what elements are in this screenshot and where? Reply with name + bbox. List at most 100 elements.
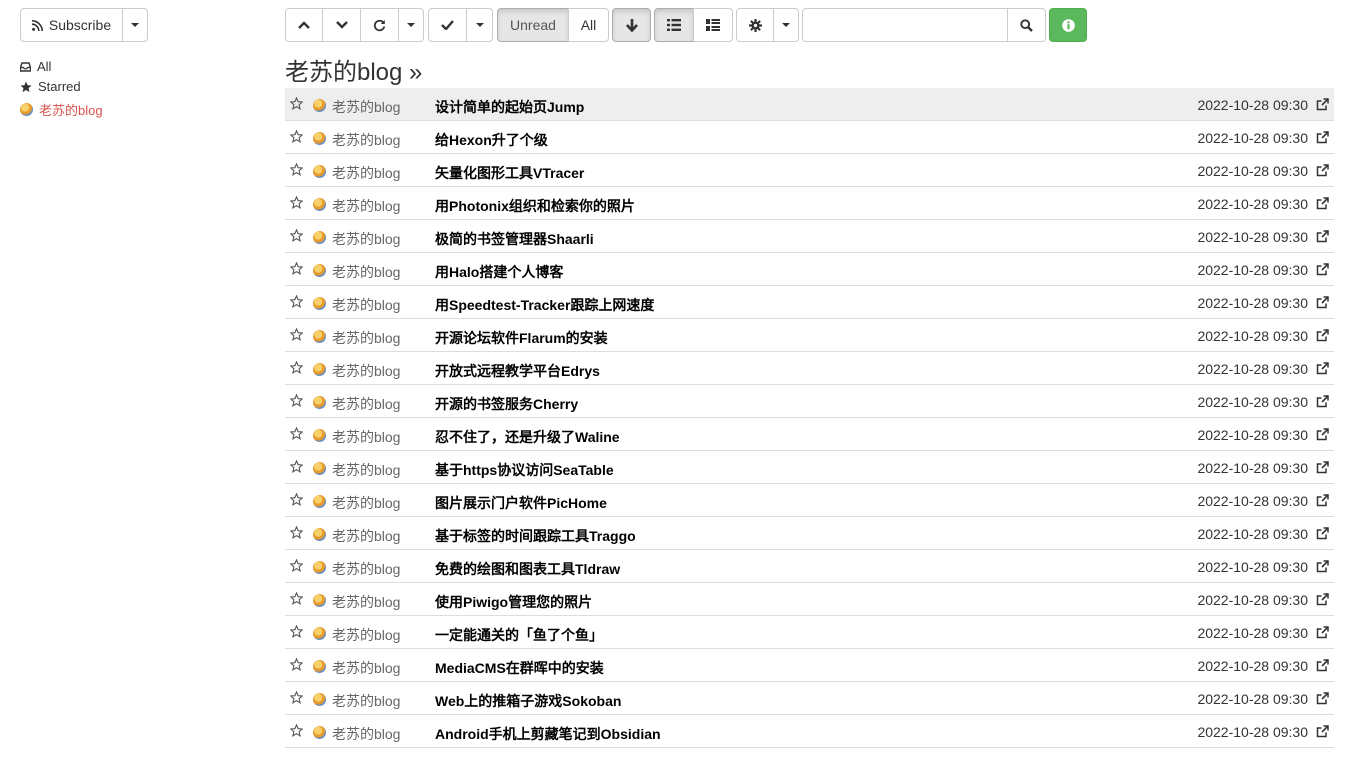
entry-title[interactable]: 开放式远程教学平台Edrys [435,361,600,381]
entry-title[interactable]: 一定能通关的「鱼了个鱼」 [435,625,603,645]
sidebar-item-starred[interactable]: Starred [20,79,81,94]
entry-row[interactable]: 老苏的blog 一定能通关的「鱼了个鱼」 2022-10-28 09:30 [285,616,1334,649]
external-link-icon[interactable] [1316,527,1329,543]
info-button[interactable] [1049,8,1087,42]
entry-row[interactable]: 老苏的blog 用Photonix组织和检索你的照片 2022-10-28 09… [285,187,1334,220]
star-outline-icon[interactable] [289,558,304,575]
star-outline-icon[interactable] [289,327,304,344]
entry-row[interactable]: 老苏的blog 基于https协议访问SeaTable 2022-10-28 0… [285,451,1334,484]
settings-button[interactable] [736,8,774,42]
external-link-icon[interactable] [1316,560,1329,576]
star-outline-icon[interactable] [289,96,304,113]
mark-read-dropdown-button[interactable] [466,8,493,42]
external-link-icon[interactable] [1316,131,1329,147]
filter-unread-button[interactable]: Unread [497,8,569,42]
next-entry-button[interactable] [322,8,361,42]
entry-title[interactable]: 设计简单的起始页Jump [435,97,584,117]
entry-row[interactable]: 老苏的blog 设计简单的起始页Jump 2022-10-28 09:30 [285,88,1334,121]
entry-row[interactable]: 老苏的blog 基于标签的时间跟踪工具Traggo 2022-10-28 09:… [285,517,1334,550]
star-outline-icon[interactable] [289,129,304,146]
star-outline-icon[interactable] [289,459,304,476]
settings-dropdown-button[interactable] [773,8,799,42]
mark-read-button[interactable] [428,8,467,42]
entry-title[interactable]: 矢量化图形工具VTracer [435,163,584,183]
entry-title[interactable]: 基于标签的时间跟踪工具Traggo [435,526,636,546]
entry-title[interactable]: MediaCMS在群晖中的安装 [435,658,604,678]
external-link-icon[interactable] [1316,263,1329,279]
view-expanded-button[interactable] [693,8,733,42]
star-outline-icon[interactable] [289,426,304,443]
entry-title[interactable]: 开源论坛软件Flarum的安装 [435,328,608,348]
entry-row[interactable]: 老苏的blog 图片展示门户软件PicHome 2022-10-28 09:30 [285,484,1334,517]
star-outline-icon[interactable] [289,228,304,245]
subscribe-dropdown-button[interactable] [122,8,148,42]
entry-title[interactable]: 用Photonix组织和检索你的照片 [435,196,635,216]
entry-row[interactable]: 老苏的blog 开放式远程教学平台Edrys 2022-10-28 09:30 [285,352,1334,385]
star-outline-icon[interactable] [289,162,304,179]
entry-title[interactable]: 图片展示门户软件PicHome [435,493,607,513]
view-list-button[interactable] [654,8,694,42]
star-outline-icon[interactable] [289,195,304,212]
entry-title[interactable]: Web上的推箱子游戏Sokoban [435,691,621,711]
entry-title[interactable]: Android手机上剪藏笔记到Obsidian [435,724,661,744]
refresh-button[interactable] [360,8,399,42]
star-outline-icon[interactable] [289,591,304,608]
external-link-icon[interactable] [1316,593,1329,609]
sidebar-item-feed[interactable]: 老苏的blog [20,100,103,119]
sidebar-item-all[interactable]: All [20,59,51,74]
entry-row[interactable]: 老苏的blog 矢量化图形工具VTracer 2022-10-28 09:30 [285,154,1334,187]
entry-row[interactable]: 老苏的blog Android手机上剪藏笔记到Obsidian 2022-10-… [285,715,1334,748]
entry-title[interactable]: 极简的书签管理器Shaarli [435,229,594,249]
entry-title[interactable]: 开源的书签服务Cherry [435,394,578,414]
star-outline-icon[interactable] [289,360,304,377]
external-link-icon[interactable] [1316,197,1329,213]
entry-row[interactable]: 老苏的blog MediaCMS在群晖中的安装 2022-10-28 09:30 [285,649,1334,682]
star-outline-icon[interactable] [289,690,304,707]
page-title[interactable]: 老苏的blog » [285,52,422,87]
external-link-icon[interactable] [1316,164,1329,180]
star-outline-icon[interactable] [289,393,304,410]
entry-title[interactable]: 用Speedtest-Tracker跟踪上网速度 [435,295,654,315]
external-link-icon[interactable] [1316,725,1329,741]
star-outline-icon[interactable] [289,525,304,542]
external-link-icon[interactable] [1316,230,1329,246]
entry-title[interactable]: 基于https协议访问SeaTable [435,460,614,480]
search-button[interactable] [1007,8,1046,42]
entry-title[interactable]: 给Hexon升了个级 [435,130,548,150]
external-link-icon[interactable] [1316,395,1329,411]
entry-row[interactable]: 老苏的blog 忍不住了，还是升级了Waline 2022-10-28 09:3… [285,418,1334,451]
entry-row[interactable]: 老苏的blog 用Speedtest-Tracker跟踪上网速度 2022-10… [285,286,1334,319]
entry-title[interactable]: 免费的绘图和图表工具Tldraw [435,559,620,579]
entry-row[interactable]: 老苏的blog 免费的绘图和图表工具Tldraw 2022-10-28 09:3… [285,550,1334,583]
search-input[interactable] [802,8,1008,42]
entry-row[interactable]: 老苏的blog 开源的书签服务Cherry 2022-10-28 09:30 [285,385,1334,418]
star-outline-icon[interactable] [289,723,304,740]
entry-row[interactable]: 老苏的blog 开源论坛软件Flarum的安装 2022-10-28 09:30 [285,319,1334,352]
external-link-icon[interactable] [1316,461,1329,477]
external-link-icon[interactable] [1316,296,1329,312]
external-link-icon[interactable] [1316,494,1329,510]
entry-title[interactable]: 使用Piwigo管理您的照片 [435,592,592,612]
entry-title[interactable]: 忍不住了，还是升级了Waline [435,427,620,447]
entry-row[interactable]: 老苏的blog 极简的书签管理器Shaarli 2022-10-28 09:30 [285,220,1334,253]
external-link-icon[interactable] [1316,659,1329,675]
star-outline-icon[interactable] [289,294,304,311]
entry-title[interactable]: 用Halo搭建个人博客 [435,262,563,282]
external-link-icon[interactable] [1316,626,1329,642]
entry-row[interactable]: 老苏的blog 使用Piwigo管理您的照片 2022-10-28 09:30 [285,583,1334,616]
external-link-icon[interactable] [1316,692,1329,708]
filter-all-button[interactable]: All [568,8,609,42]
entry-row[interactable]: 老苏的blog 给Hexon升了个级 2022-10-28 09:30 [285,121,1334,154]
star-outline-icon[interactable] [289,624,304,641]
sort-order-button[interactable] [612,8,651,42]
external-link-icon[interactable] [1316,362,1329,378]
previous-entry-button[interactable] [285,8,323,42]
entry-row[interactable]: 老苏的blog Web上的推箱子游戏Sokoban 2022-10-28 09:… [285,682,1334,715]
external-link-icon[interactable] [1316,428,1329,444]
star-outline-icon[interactable] [289,492,304,509]
refresh-dropdown-button[interactable] [398,8,424,42]
external-link-icon[interactable] [1316,98,1329,114]
entry-row[interactable]: 老苏的blog 用Halo搭建个人博客 2022-10-28 09:30 [285,253,1334,286]
external-link-icon[interactable] [1316,329,1329,345]
star-outline-icon[interactable] [289,261,304,278]
